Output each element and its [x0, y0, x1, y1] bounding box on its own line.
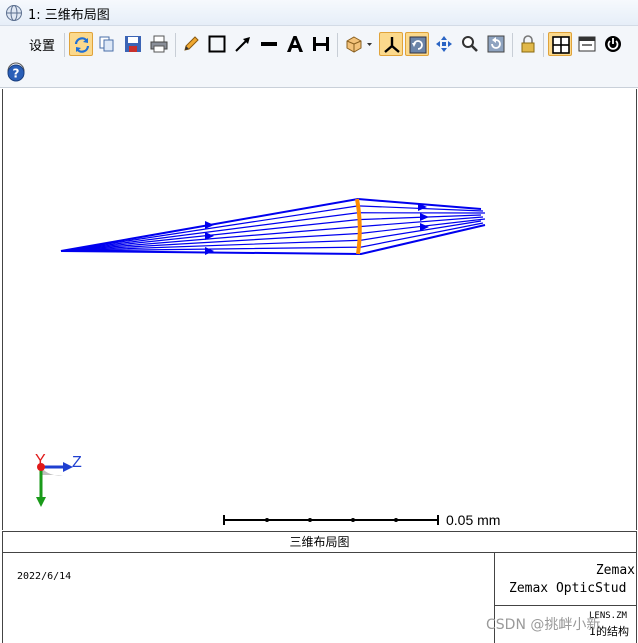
lock-icon: [521, 35, 535, 53]
save-button[interactable]: [121, 32, 145, 56]
axis-triad: Y Z: [35, 452, 82, 507]
watermark: CSDN @挑衅小新: [486, 617, 601, 633]
layout-plot-area[interactable]: 0.05 mm Y Z: [2, 89, 637, 530]
title-block-divider: [495, 605, 637, 606]
window-icon: [578, 36, 596, 52]
reset-icon: [487, 35, 505, 53]
reset-view-button[interactable]: [484, 32, 508, 56]
scale-bar: [223, 515, 439, 525]
text-tool[interactable]: [283, 32, 307, 56]
axes-icon: [384, 37, 400, 53]
report-date: 2022/6/14: [17, 571, 72, 582]
orientation-icon: [346, 36, 372, 53]
text-icon: [287, 36, 303, 52]
ray-bundle: [60, 197, 486, 256]
refresh-icon: [74, 37, 90, 53]
figure-caption: 三维布局图: [289, 535, 350, 549]
arrow-tool[interactable]: [231, 32, 255, 56]
ray-direction-arrow: [420, 213, 429, 221]
line-tool[interactable]: [257, 32, 281, 56]
save-icon: [125, 36, 141, 52]
rectangle-icon: [208, 35, 226, 53]
svg-text:?: ?: [13, 67, 20, 81]
layout-3d-canvas: 0.05 mm Y Z: [35, 197, 500, 528]
toolbar-separator: [175, 33, 176, 57]
pencil-icon: [184, 36, 199, 51]
toolbar-separator: [543, 33, 544, 57]
ray-direction-arrow: [205, 247, 214, 255]
arrow-icon: [235, 37, 250, 52]
ray-path: [60, 216, 484, 252]
rotate-icon: [409, 36, 427, 54]
update-button[interactable]: [69, 32, 93, 56]
rotate-button[interactable]: [405, 32, 429, 56]
y-axis-label: Y: [35, 452, 46, 469]
rectangle-tool[interactable]: [205, 32, 229, 56]
printer-icon: [150, 35, 168, 53]
line-icon: [261, 42, 277, 46]
pan-icon: [436, 36, 452, 52]
dimension-icon: [313, 37, 329, 51]
window-title: 1: 三维布局图: [28, 8, 110, 23]
layout-grid-button[interactable]: [548, 32, 572, 56]
axes-toggle[interactable]: [379, 32, 403, 56]
grid-icon: [552, 36, 570, 54]
view-orientation-dropdown[interactable]: [342, 32, 376, 56]
dimension-tool[interactable]: [309, 32, 333, 56]
z-axis-label: Z: [72, 454, 82, 471]
company-name: Zemax: [595, 563, 635, 578]
power-icon: [605, 36, 621, 52]
window-app-icon: [5, 4, 23, 26]
scale-bar-label: 0.05 mm: [446, 512, 500, 528]
zoom-icon: [462, 36, 478, 52]
zoom-button[interactable]: [458, 32, 482, 56]
window-titlebar: 1: 三维布局图: [0, 0, 638, 26]
settings-label[interactable]: 设置: [29, 35, 55, 54]
pan-button[interactable]: [432, 32, 456, 56]
pencil-tool[interactable]: [179, 32, 203, 56]
toolbar-separator: [64, 33, 65, 57]
help-button[interactable]: ?: [4, 61, 28, 85]
print-button[interactable]: [147, 32, 171, 56]
window-button[interactable]: [575, 32, 599, 56]
toolbar-separator: [337, 33, 338, 57]
toolbar: 设置 ?: [0, 26, 638, 88]
help-icon: ?: [7, 64, 25, 82]
figure-caption-band: 三维布局图: [2, 531, 637, 553]
copy-button[interactable]: [95, 32, 119, 56]
power-button[interactable]: [601, 32, 625, 56]
lock-button[interactable]: [516, 32, 540, 56]
product-name: Zemax OpticStud: [509, 581, 627, 596]
toolbar-separator: [512, 33, 513, 57]
copy-icon: [99, 36, 114, 52]
